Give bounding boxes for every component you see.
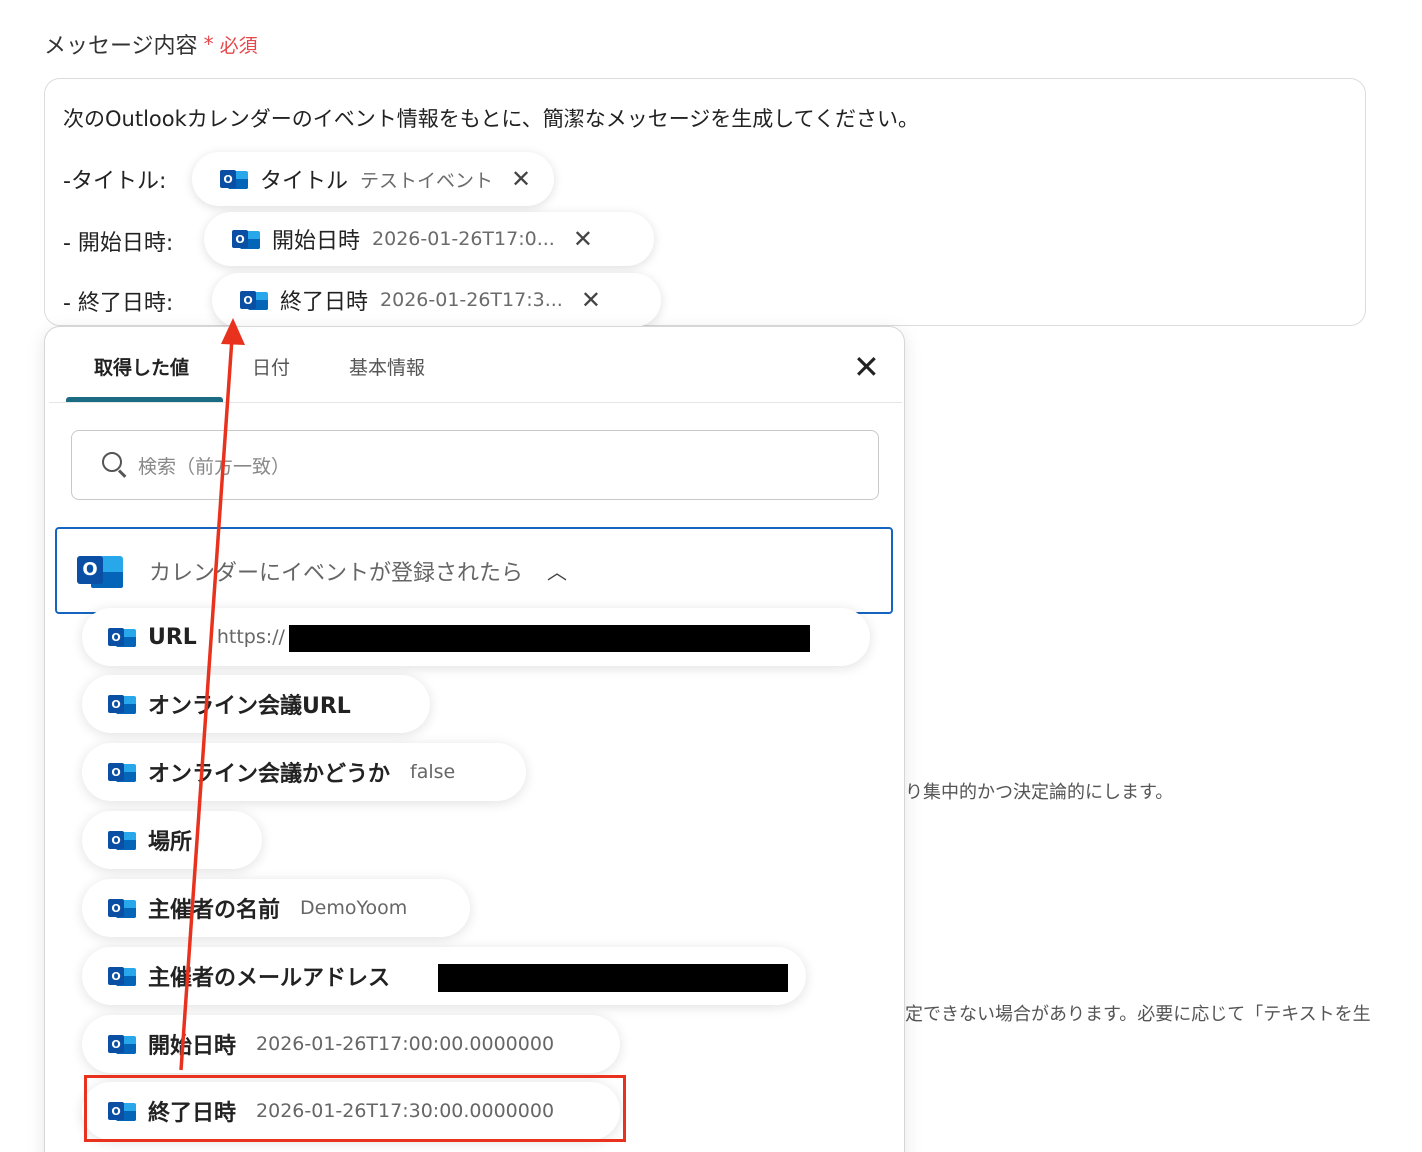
search-icon	[102, 452, 128, 478]
pill-label: タイトル	[260, 169, 349, 194]
outlook-icon: O	[108, 625, 136, 649]
outlook-icon: O	[108, 964, 136, 988]
redacted-value	[289, 625, 810, 652]
pill-value: 2026-01-26T17:0...	[372, 228, 555, 250]
message-line-1: 次のOutlookカレンダーのイベント情報をもとに、簡潔なメッセージを生成してく…	[63, 107, 920, 131]
pill-label: 終了日時	[280, 290, 369, 315]
item-value: DemoYoom	[300, 897, 408, 919]
close-icon[interactable]: ✕	[581, 286, 601, 314]
outlook-icon: O	[108, 1032, 136, 1056]
search-input[interactable]: 検索（前方一致）	[71, 430, 879, 500]
row-label: - 終了日時:	[63, 291, 174, 316]
message-row-start: - 開始日時:	[63, 225, 173, 257]
item-value: false	[410, 761, 456, 783]
tab-basic-info[interactable]: 基本情報	[349, 353, 425, 380]
outlook-icon: O	[77, 550, 123, 592]
outlook-icon: O	[220, 167, 248, 191]
trigger-group-header[interactable]: O カレンダーにイベントが登録されたら ︿	[55, 527, 893, 614]
required-asterisk: *	[203, 32, 214, 56]
item-value: 2026-01-26T17:00:00.0000000	[256, 1033, 555, 1055]
outlook-icon: O	[232, 227, 260, 251]
pill-value: テストイベント	[360, 169, 494, 192]
close-icon[interactable]: ✕	[573, 225, 593, 253]
active-tab-indicator	[66, 397, 223, 402]
tab-acquired-values[interactable]: 取得した値	[94, 353, 189, 380]
outlook-icon: O	[108, 896, 136, 920]
item-label: 主催者の名前	[148, 898, 281, 923]
item-value: https://	[216, 626, 285, 648]
message-row-end: - 終了日時:	[63, 285, 173, 317]
outlook-icon: O	[108, 692, 136, 716]
list-item-is-online-meeting[interactable]: O オンライン会議かどうか false	[82, 743, 526, 801]
close-icon[interactable]: ✕	[511, 165, 531, 193]
item-label: 開始日時	[148, 1034, 237, 1059]
item-label: URL	[148, 624, 197, 650]
variable-pill-end[interactable]: O 終了日時 2026-01-26T17:3... ✕	[212, 273, 661, 327]
row-label: -タイトル:	[63, 169, 167, 194]
field-label: メッセージ内容 * 必須	[44, 28, 258, 60]
background-help-text-2: 定できない場合があります。必要に応じて「テキストを生	[905, 1004, 1371, 1025]
item-label: 主催者のメールアドレス	[148, 966, 391, 991]
outlook-icon: O	[108, 828, 136, 852]
item-label: 場所	[148, 830, 193, 855]
redacted-value	[438, 964, 788, 992]
background-help-text-1: り集中的かつ決定論的にします。	[905, 782, 1174, 803]
close-icon[interactable]: ✕	[853, 351, 880, 383]
tab-date[interactable]: 日付	[252, 353, 290, 380]
item-label: オンライン会議かどうか	[148, 762, 391, 787]
variable-pill-start[interactable]: O 開始日時 2026-01-26T17:0... ✕	[204, 212, 654, 266]
list-item-location[interactable]: O 場所	[82, 811, 262, 869]
outlook-icon: O	[240, 288, 268, 312]
list-item-start-datetime[interactable]: O 開始日時 2026-01-26T17:00:00.0000000	[82, 1015, 620, 1073]
pill-value: 2026-01-26T17:3...	[380, 289, 563, 311]
variable-pill-title[interactable]: O タイトル テストイベント ✕	[192, 152, 554, 206]
group-title: カレンダーにイベントが登録されたら	[149, 560, 524, 586]
search-placeholder: 検索（前方一致）	[138, 455, 291, 478]
field-label-text: メッセージ内容	[44, 34, 198, 59]
row-label: - 開始日時:	[63, 231, 174, 256]
tab-bar: 取得した値 日付 基本情報 ✕	[49, 327, 902, 403]
annotation-highlight-box	[84, 1075, 626, 1142]
chevron-up-icon[interactable]: ︿	[547, 556, 567, 585]
required-text: 必須	[219, 34, 258, 57]
list-item-online-meeting-url[interactable]: O オンライン会議URL	[82, 675, 430, 733]
item-label: オンライン会議URL	[148, 694, 351, 719]
list-item-organizer-name[interactable]: O 主催者の名前 DemoYoom	[82, 879, 470, 937]
outlook-icon: O	[108, 760, 136, 784]
pill-label: 開始日時	[272, 229, 361, 254]
message-row-title: -タイトル:	[63, 163, 166, 195]
